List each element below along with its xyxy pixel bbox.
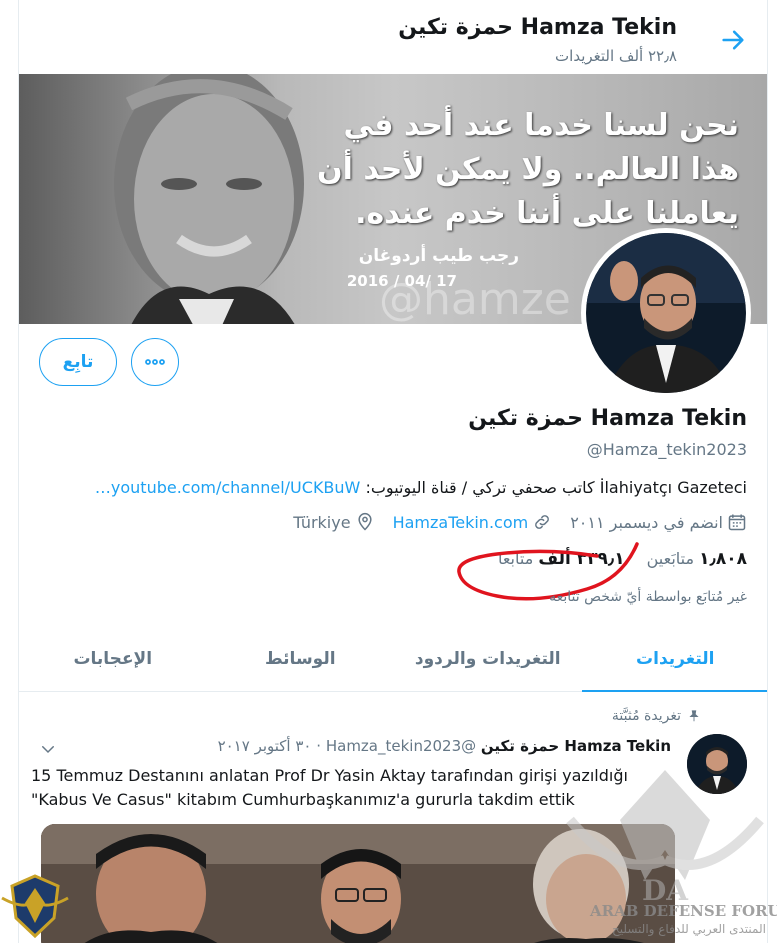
profile-name: Hamza Tekin حمزة تكين xyxy=(468,406,747,431)
banner-author: رجب طيب أردوغان xyxy=(358,246,519,266)
arrow-right-icon xyxy=(722,30,744,50)
tweet-author-name[interactable]: Hamza Tekin حمزة تكين xyxy=(481,737,671,755)
followers-value: ٣٣٩٫١ ألف xyxy=(538,549,625,569)
page-title: Hamza Tekin حمزة تكين xyxy=(398,15,677,40)
following-label: متابَعين xyxy=(646,549,695,568)
pinned-indicator: تغريدة مُثبَّتة xyxy=(612,708,701,724)
link-icon xyxy=(535,515,550,529)
joined-date: انضم في ديسمبر ٢٠١١ xyxy=(570,512,747,532)
back-button[interactable] xyxy=(719,26,747,54)
forum-watermark-name: ARAB DEFENSE FORUM xyxy=(590,902,777,920)
pin-icon xyxy=(689,710,699,722)
not-followed-note: غير مُتابَع بواسطة أيّ شخص تتابعه xyxy=(549,589,747,605)
website-link[interactable]: HamzaTekin.com xyxy=(393,513,529,532)
tab-tweets[interactable]: التغريدات xyxy=(581,626,767,692)
tweet-author-handle[interactable]: @Hamza_tekin2023 xyxy=(326,737,476,755)
profile-handle: @Hamza_tekin2023 xyxy=(586,440,747,459)
bio-youtube-link[interactable]: youtube.com/channel/UCKBuW… xyxy=(95,478,360,497)
profile-bio: İlahiyatçı Gazeteci كاتب صحفي تركي / قنا… xyxy=(95,478,747,497)
calendar-icon xyxy=(728,514,746,531)
location-pin-icon xyxy=(357,512,372,531)
banner-quote: نحن لسنا خدما عند أحد في هذا العالم.. ول… xyxy=(317,108,739,231)
location-text: Türkiye xyxy=(293,512,351,532)
joined-text: انضم في ديسمبر ٢٠١١ xyxy=(570,512,723,532)
followers-label: متابعا xyxy=(497,549,534,568)
ellipsis-icon xyxy=(145,359,165,365)
avatar-photo xyxy=(586,233,746,393)
chevron-down-icon xyxy=(42,746,54,754)
bio-text: İlahiyatçı Gazeteci كاتب صحفي تركي / قنا… xyxy=(365,478,747,497)
pinned-label: تغريدة مُثبَّتة xyxy=(611,708,681,724)
forum-watermark-arabic: المنتدى العربي للدفاع والتسليح xyxy=(612,922,766,936)
tweet-date[interactable]: ٣٠ أكتوبر ٢٠١٧ xyxy=(218,737,312,755)
profile-tabs: التغريدات التغريدات والردود الوسائط الإع… xyxy=(19,626,767,692)
profile-meta: انضم في ديسمبر ٢٠١١ HamzaTekin.com Türki… xyxy=(293,512,747,532)
follow-button[interactable]: تابِع xyxy=(39,338,117,386)
location: Türkiye xyxy=(293,512,374,532)
following-count[interactable]: ١٫٨٠٨ متابَعين xyxy=(647,549,747,569)
tweet-count: ٢٢٫٨ ألف التغريدات xyxy=(555,47,677,65)
tweet-menu-button[interactable] xyxy=(39,740,57,758)
tweet-dot: · xyxy=(316,737,322,755)
following-value: ١٫٨٠٨ xyxy=(699,549,747,569)
tab-media[interactable]: الوسائط xyxy=(207,626,395,691)
tab-likes[interactable]: الإعجابات xyxy=(19,626,207,691)
forum-shield-logo xyxy=(1,874,69,939)
follow-counts: ١٫٨٠٨ متابَعين ٣٣٩٫١ ألف متابعا xyxy=(498,549,747,569)
more-button[interactable] xyxy=(131,338,179,386)
website: HamzaTekin.com xyxy=(393,512,553,532)
profile-avatar[interactable] xyxy=(581,228,751,398)
tweet-header: Hamza Tekin حمزة تكين @Hamza_tekin2023 ·… xyxy=(218,737,671,755)
banner-portrait-image xyxy=(114,74,304,324)
top-bar: Hamza Tekin حمزة تكين ٢٢٫٨ ألف التغريدات xyxy=(19,0,767,74)
tab-tweets-replies[interactable]: التغريدات والردود xyxy=(394,626,582,691)
banner-watermark: @hamze xyxy=(379,274,571,324)
followers-count[interactable]: ٣٣٩٫١ ألف متابعا xyxy=(498,549,625,569)
